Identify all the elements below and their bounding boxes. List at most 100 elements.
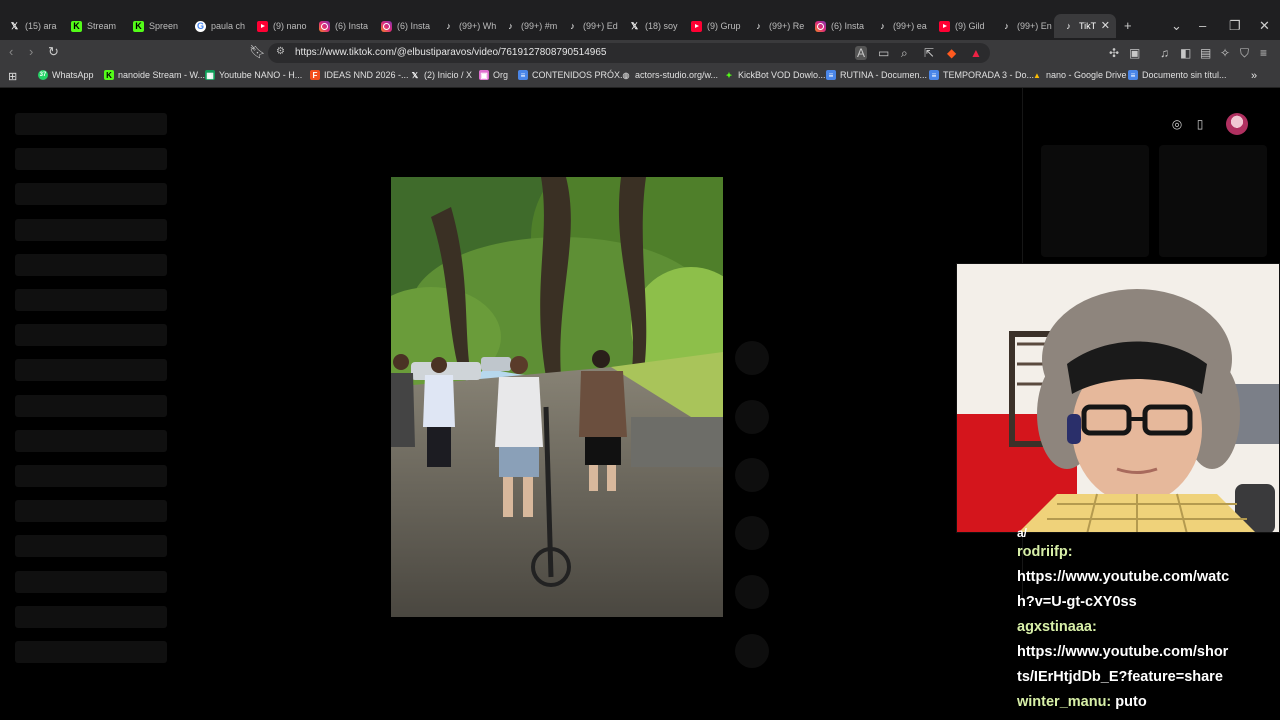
bookmark-item[interactable]: ▲ nano - Google Drive [1032, 70, 1127, 80]
tab-label: (15) ara [25, 21, 57, 31]
bookmark-item[interactable]: Knanoide Stream - W... [104, 70, 205, 80]
menu-icon[interactable]: ≡ [1260, 46, 1267, 60]
tab[interactable]: 𝕏 (15) ara [0, 14, 62, 38]
bookmark-item[interactable]: 𝕏 (2) Inicio / X [410, 70, 472, 80]
tab[interactable]: (9) Gild [930, 14, 992, 38]
instagram-icon [319, 20, 330, 32]
bookmark-label: Youtube NANO - H... [219, 70, 303, 80]
forward-icon[interactable]: › [29, 44, 33, 59]
tab[interactable]: ♪ TikT ✕ [1054, 14, 1116, 38]
tab-label: (99+) #m [521, 21, 558, 31]
suggested-card-skeleton [1041, 145, 1149, 257]
share-icon[interactable]: ⇱ [924, 46, 934, 60]
bookmark-item[interactable]: ≡ TEMPORADA 3 - Do... [929, 70, 1034, 80]
like-button[interactable] [735, 341, 769, 375]
bookmark-item[interactable]: ≡ Documento sin títul... [1128, 70, 1227, 80]
avatar[interactable] [1226, 113, 1248, 135]
chat-message: agxstinaaa: [1017, 615, 1277, 640]
more-bookmarks-icon[interactable]: » [1251, 70, 1257, 82]
streamer-webcam-image [957, 264, 1279, 532]
comment-button[interactable] [735, 400, 769, 434]
site-info-icon[interactable]: ⚙ [276, 46, 285, 57]
tab-label: Spreen [149, 21, 179, 31]
nav-item-skeleton [15, 429, 167, 452]
bookmark-item[interactable]: ≡ RUTINA - Documen... [826, 70, 927, 80]
webcam-overlay [956, 263, 1280, 533]
tab-strip: 𝕏 (15) ara K Stream K Spreen Gpaula ch (9) nano… [0, 14, 1116, 38]
save-button[interactable] [735, 458, 769, 492]
cast-icon[interactable]: ▭ [878, 46, 889, 60]
bookmark-label: WhatsApp [52, 70, 94, 80]
chat-username: agxstinaaa: [1017, 619, 1097, 635]
nav-item-skeleton [15, 641, 167, 663]
extensions-icon[interactable]: ✣ [1109, 46, 1119, 60]
tab-label: (18) soy [645, 21, 678, 31]
bookmark-label: CONTENIDOS PRÓX... [532, 70, 628, 80]
video-frame [391, 177, 723, 617]
phone-icon[interactable]: ▯ [1189, 113, 1211, 135]
bookmark-item[interactable]: ▣ Org [479, 70, 508, 80]
bookmark-item[interactable]: ▦ Youtube NANO - H... [205, 70, 302, 80]
screenshot-icon[interactable]: ▣ [1129, 46, 1140, 60]
tab[interactable]: ♪ (99+) #m [496, 14, 558, 38]
tab[interactable]: ♪ (99+) ea [868, 14, 930, 38]
sheet-icon: ▦ [205, 70, 215, 80]
close-tab-icon[interactable]: ✕ [1101, 19, 1110, 32]
brave-rewards-icon[interactable]: ▲ [970, 46, 982, 60]
back-icon[interactable]: ‹ [9, 44, 13, 59]
tab-label: (99+) Re [769, 21, 805, 31]
kick-icon: K [71, 20, 82, 32]
doc-icon: ≡ [826, 70, 836, 80]
bookmark-item[interactable]: 37 WhatsApp [38, 70, 94, 80]
tab[interactable]: (9) nano [248, 14, 310, 38]
video-player[interactable] [391, 177, 723, 617]
restore-icon[interactable]: ❐ [1229, 18, 1241, 34]
nav-item-skeleton [15, 535, 167, 558]
youtube-icon [257, 20, 268, 32]
brave-shield-icon[interactable]: ◆ [947, 46, 956, 60]
tab[interactable]: (9) Grup [682, 14, 744, 38]
vpn-icon[interactable]: ⛉ [1240, 46, 1249, 61]
tab[interactable]: (6) Insta [806, 14, 868, 38]
media-icon[interactable]: ♫ [1160, 46, 1169, 60]
tab[interactable]: ♪ (99+) Re [744, 14, 806, 38]
tab[interactable]: (6) Insta [310, 14, 372, 38]
more-button[interactable] [735, 575, 769, 609]
sound-button[interactable] [735, 634, 769, 668]
zoom-icon[interactable]: ⌕ [901, 46, 908, 61]
tab[interactable]: ♪ (99+) Wh [434, 14, 496, 38]
tab-label: (99+) Ed [583, 21, 618, 31]
bookmark-label: actors-studio.org/w... [635, 70, 719, 80]
tab[interactable]: (6) Insta [372, 14, 434, 38]
compass-icon[interactable]: ◎ [1166, 113, 1188, 135]
tab[interactable]: ♪ (99+) Ed [558, 14, 620, 38]
new-tab-icon[interactable]: + [1124, 18, 1132, 33]
close-window-icon[interactable]: ✕ [1259, 18, 1270, 34]
tiktok-icon: ♪ [1066, 21, 1071, 31]
wa-icon: 37 [38, 70, 48, 80]
sidebar-icon[interactable]: ◧ [1180, 46, 1191, 60]
bookmark-item[interactable]: ≡ CONTENIDOS PRÓX... [518, 70, 628, 80]
org-icon: ▣ [479, 70, 489, 80]
bookmark-item[interactable]: ✦ KickBot VOD Dowlo... [724, 70, 826, 80]
chat-username: winter_manu: [1017, 694, 1112, 710]
reload-icon[interactable]: ↻ [48, 44, 59, 60]
tab[interactable]: K Stream [62, 14, 124, 38]
tab[interactable]: ♪ (99+) En [992, 14, 1054, 38]
tab[interactable]: K Spreen [124, 14, 186, 38]
wallet-icon[interactable]: ▤ [1200, 46, 1211, 60]
bookmark-label: IDEAS NND 2026 -... [324, 70, 409, 80]
apps-grid-icon[interactable]: ⊞ [8, 70, 17, 83]
leo-ai-icon[interactable]: ✧ [1220, 46, 1230, 60]
tab-search-chevron-icon[interactable]: ⌄ [1171, 18, 1182, 34]
minimize-icon[interactable]: – [1199, 18, 1206, 33]
nav-item-skeleton [15, 605, 167, 628]
bookmark-item[interactable]: F IDEAS NND 2026 -... [310, 70, 409, 80]
tab[interactable]: 𝕏 (18) soy [620, 14, 682, 38]
tab[interactable]: Gpaula ch [186, 14, 248, 38]
bookmark-item[interactable]: ◍ actors-studio.org/w... [621, 70, 719, 80]
bookmark-icon[interactable]: 🔖︎ [249, 44, 266, 60]
tiktok-icon: ♪ [508, 21, 513, 31]
share-button[interactable] [735, 516, 769, 550]
translate-icon[interactable]: A [855, 46, 868, 60]
